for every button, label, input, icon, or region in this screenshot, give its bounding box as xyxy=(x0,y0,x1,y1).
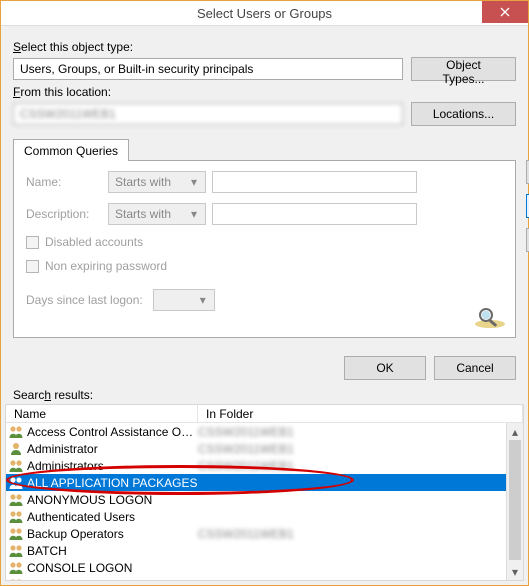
group-icon xyxy=(8,543,24,559)
column-in-folder[interactable]: In Folder xyxy=(198,405,523,422)
name-match-combo[interactable]: Starts with▾ xyxy=(108,171,206,193)
result-name: Authenticated Users xyxy=(27,510,198,524)
titlebar: Select Users or Groups xyxy=(1,1,528,26)
group-icon xyxy=(8,526,24,542)
result-folder: CSSW2011WEB1 xyxy=(198,425,294,439)
disabled-accounts-checkbox[interactable]: Disabled accounts xyxy=(26,235,503,249)
checkbox-icon xyxy=(26,260,39,273)
result-name: ANONYMOUS LOGON xyxy=(27,493,198,507)
list-item[interactable]: ANONYMOUS LOGON xyxy=(6,491,506,508)
object-types-button[interactable]: Object Types... xyxy=(411,57,516,81)
group-icon xyxy=(8,560,24,576)
scroll-up-button[interactable]: ▴ xyxy=(507,423,523,440)
result-name: BATCH xyxy=(27,544,198,558)
user-icon xyxy=(8,441,24,457)
group-icon xyxy=(8,424,24,440)
group-icon xyxy=(8,458,24,474)
result-folder: CSSW2011WEB1 xyxy=(198,527,294,541)
search-results-label: Search results: xyxy=(1,388,528,404)
result-name: ALL APPLICATION PACKAGES xyxy=(27,476,198,490)
results-header: Name In Folder xyxy=(5,404,524,423)
result-name: Administrators xyxy=(27,459,198,473)
name-label: Name: xyxy=(26,175,102,189)
search-icon xyxy=(473,305,507,329)
result-name: CREATOR GROUP xyxy=(27,578,198,581)
dialog-select-users-groups: Select Users or Groups Select this objec… xyxy=(0,0,529,586)
group-icon xyxy=(8,577,24,581)
description-label: Description: xyxy=(26,207,102,221)
cancel-button[interactable]: Cancel xyxy=(434,356,516,380)
result-name: Access Control Assistance Opera... xyxy=(27,425,198,439)
results-list[interactable]: Access Control Assistance Opera...CSSW20… xyxy=(5,423,524,581)
description-input[interactable] xyxy=(212,203,417,225)
locations-button[interactable]: Locations... xyxy=(411,102,516,126)
result-folder: CSSW2011WEB1 xyxy=(198,442,294,456)
non-expiring-password-checkbox[interactable]: Non expiring password xyxy=(26,259,503,273)
tab-common-queries[interactable]: Common Queries xyxy=(13,139,129,161)
list-item[interactable]: AdministratorCSSW2011WEB1 xyxy=(6,440,506,457)
from-location-field[interactable]: CSSW2011WEB1 xyxy=(13,103,403,125)
close-icon xyxy=(500,7,510,17)
scroll-thumb[interactable] xyxy=(509,440,521,560)
object-type-label: Select this object type: xyxy=(13,40,516,54)
common-queries-pane: Columns... Find Now Stop Name: Starts wi… xyxy=(13,160,516,338)
description-match-combo[interactable]: Starts with▾ xyxy=(108,203,206,225)
scroll-down-button[interactable]: ▾ xyxy=(507,563,523,580)
from-location-label: From this location: xyxy=(13,85,516,99)
list-item[interactable]: AdministratorsCSSW2011WEB1 xyxy=(6,457,506,474)
result-name: Administrator xyxy=(27,442,198,456)
list-item[interactable]: Authenticated Users xyxy=(6,508,506,525)
days-since-logon-combo[interactable]: ▾ xyxy=(153,289,215,311)
checkbox-icon xyxy=(26,236,39,249)
column-name[interactable]: Name xyxy=(6,405,198,422)
result-name: Backup Operators xyxy=(27,527,198,541)
list-item[interactable]: CREATOR GROUP xyxy=(6,576,506,581)
list-item[interactable]: Access Control Assistance Opera...CSSW20… xyxy=(6,423,506,440)
list-item[interactable]: BATCH xyxy=(6,542,506,559)
scrollbar[interactable]: ▴ ▾ xyxy=(506,423,523,580)
name-input[interactable] xyxy=(212,171,417,193)
result-folder: CSSW2011WEB1 xyxy=(198,459,294,473)
group-icon xyxy=(8,492,24,508)
list-item[interactable]: CONSOLE LOGON xyxy=(6,559,506,576)
list-item[interactable]: Backup OperatorsCSSW2011WEB1 xyxy=(6,525,506,542)
ok-button[interactable]: OK xyxy=(344,356,426,380)
object-type-field[interactable]: Users, Groups, or Built-in security prin… xyxy=(13,58,403,80)
chevron-down-icon: ▾ xyxy=(196,293,210,307)
days-since-logon-label: Days since last logon: xyxy=(26,293,143,307)
chevron-down-icon: ▾ xyxy=(187,175,201,189)
group-icon xyxy=(8,475,24,491)
close-button[interactable] xyxy=(482,1,528,23)
dialog-title: Select Users or Groups xyxy=(197,6,332,21)
result-name: CONSOLE LOGON xyxy=(27,561,198,575)
chevron-down-icon: ▾ xyxy=(187,207,201,221)
list-item[interactable]: ALL APPLICATION PACKAGES xyxy=(6,474,506,491)
group-icon xyxy=(8,509,24,525)
